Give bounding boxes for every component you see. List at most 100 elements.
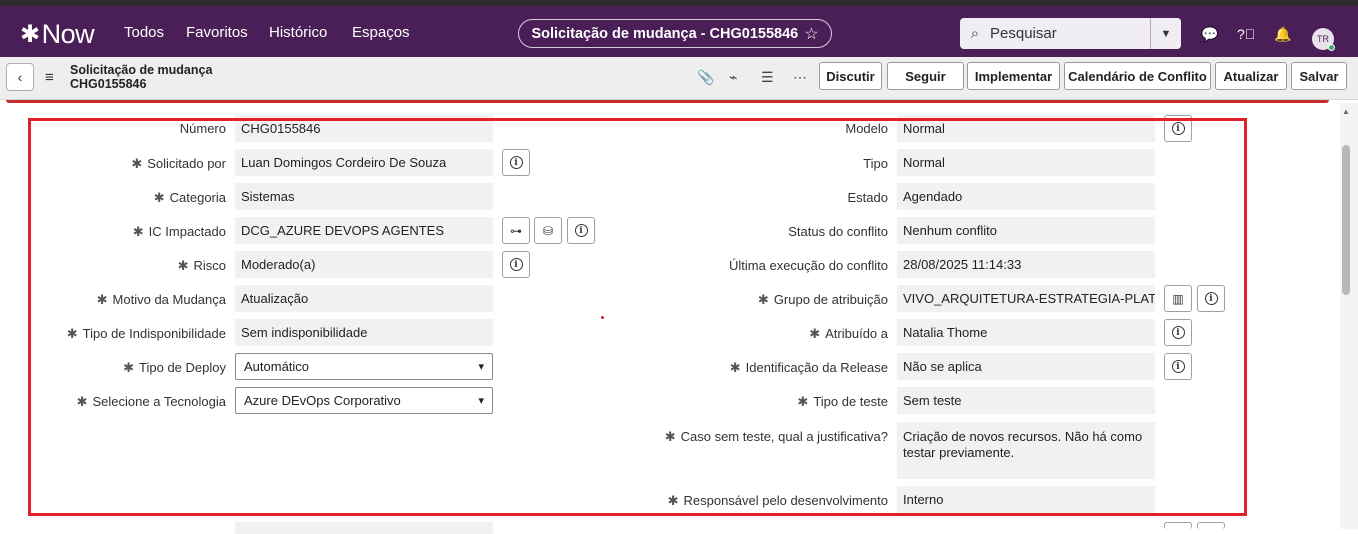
servicenow-logo[interactable]: ✱ Now: [20, 19, 95, 50]
chevron-down-icon: ▾: [478, 395, 484, 407]
required-asterisk-icon: ✱: [177, 258, 189, 273]
annotation-dot: [601, 316, 604, 319]
ic-impactado-database-button[interactable]: ⛁: [534, 217, 562, 244]
info-icon: i: [1171, 326, 1185, 339]
atualizar-button[interactable]: Atualizar: [1215, 62, 1287, 90]
tecnologia-selected-value: Azure DEvOps Corporativo: [244, 393, 401, 408]
notification-bell-icon[interactable]: 🔔: [1274, 26, 1291, 43]
database-icon: ⛁: [542, 223, 554, 238]
record-title-pill[interactable]: Solicitação de mudança - CHG0155846 ☆: [518, 19, 832, 48]
field-solicitado-por[interactable]: Luan Domingos Cordeiro De Souza: [235, 149, 493, 176]
record-title: Solicitação de mudança - CHG0155846: [531, 25, 799, 42]
ic-impactado-dependency-map-button[interactable]: ⊶: [502, 217, 530, 244]
identificacao-release-info-button[interactable]: i: [1164, 353, 1192, 380]
seguir-button[interactable]: Seguir: [887, 62, 964, 90]
chevron-down-icon: ▾: [478, 361, 484, 373]
tecnologia-select[interactable]: Azure DEvOps Corporativo ▾: [235, 387, 493, 414]
risco-info-button[interactable]: i: [502, 251, 530, 278]
field-justificativa-textarea[interactable]: Criação de novos recursos. Não há como t…: [897, 422, 1155, 479]
breadcrumb-record-number: CHG0155846: [70, 77, 147, 91]
field-label-tecnologia: ✱ Selecione a Tecnologia: [76, 394, 226, 409]
required-asterisk-icon: ✱: [809, 326, 821, 341]
grupo-atribuicao-chart-button[interactable]: ▥: [1164, 285, 1192, 312]
search-dropdown-chevron-icon[interactable]: ▼: [1150, 18, 1181, 49]
field-label-motivo-mudanca: ✱ Motivo da Mudança: [96, 292, 226, 307]
vertical-scrollbar[interactable]: ▲: [1340, 103, 1358, 529]
field-tipo-indisponibilidade[interactable]: Sem indisponibilidade: [235, 319, 493, 346]
field-label-estado: Estado: [847, 190, 888, 205]
field-motivo-mudanca[interactable]: Atualização: [235, 285, 493, 312]
field-responsavel-desenvolvimento[interactable]: Interno: [897, 486, 1155, 513]
implementar-button[interactable]: Implementar: [967, 62, 1060, 90]
search-input[interactable]: Pesquisar: [990, 25, 1150, 42]
scrollbar-thumb[interactable]: [1342, 145, 1350, 295]
nav-item-favoritos[interactable]: Favoritos: [186, 24, 248, 41]
breadcrumb-table-name: Solicitação de mudança: [70, 63, 213, 77]
field-next-row-partial[interactable]: [235, 522, 493, 534]
field-atribuido-a[interactable]: Natalia Thome: [897, 319, 1155, 346]
required-asterisk-icon: ✱: [123, 360, 135, 375]
modelo-info-button[interactable]: i: [1164, 115, 1192, 142]
grupo-atribuicao-info-button[interactable]: i: [1197, 285, 1225, 312]
field-modelo[interactable]: Normal: [897, 115, 1155, 142]
dependency-map-icon: ⊶: [510, 223, 522, 238]
tipo-deploy-select[interactable]: Automático ▾: [235, 353, 493, 380]
atribuido-a-info-button[interactable]: i: [1164, 319, 1192, 346]
solicitado-por-info-button[interactable]: i: [502, 149, 530, 176]
next-row-button-partial[interactable]: [1164, 522, 1192, 529]
context-menu-icon[interactable]: ≡: [45, 69, 54, 86]
activity-pulse-icon[interactable]: ⌁: [729, 69, 737, 86]
info-icon: i: [509, 156, 523, 169]
nav-item-historico[interactable]: Histórico: [269, 24, 327, 41]
attachment-icon[interactable]: 📎: [697, 69, 714, 86]
calendario-conflito-button[interactable]: Calendário de Conflito: [1064, 62, 1211, 90]
field-label-numero: Número: [179, 121, 226, 136]
scroll-up-arrow-icon[interactable]: ▲: [1342, 107, 1350, 116]
field-tipo-teste[interactable]: Sem teste: [897, 387, 1155, 414]
required-asterisk-icon: ✱: [667, 493, 679, 508]
field-numero[interactable]: CHG0155846: [235, 115, 493, 142]
next-row-button-partial-2[interactable]: [1197, 522, 1225, 529]
field-label-solicitado-por: ✱ Solicitado por: [131, 156, 226, 171]
required-asterisk-icon: ✱: [132, 224, 144, 239]
ic-impactado-info-button[interactable]: i: [567, 217, 595, 244]
field-categoria[interactable]: Sistemas: [235, 183, 493, 210]
required-asterisk-icon: ✱: [153, 190, 165, 205]
field-label-atribuido-a: ✱ Atribuído a: [809, 326, 888, 341]
nav-item-todos[interactable]: Todos: [124, 24, 164, 41]
breadcrumb: Solicitação de mudança CHG0155846: [70, 63, 212, 91]
field-risco[interactable]: Moderado(a): [235, 251, 493, 278]
field-tipo[interactable]: Normal: [897, 149, 1155, 176]
top-navigation-bar: ✱ Now Todos Favoritos Histórico Espaços …: [0, 0, 1358, 57]
field-label-status-conflito: Status do conflito: [788, 224, 888, 239]
field-ultima-execucao[interactable]: 28/08/2025 11:14:33: [897, 251, 1155, 278]
more-options-icon[interactable]: ⋯: [793, 69, 807, 86]
field-label-identificacao-release: ✱ Identificação da Release: [729, 360, 888, 375]
bar-chart-icon: ▥: [1172, 291, 1184, 306]
field-label-tipo-teste: ✱ Tipo de teste: [797, 394, 888, 409]
field-estado[interactable]: Agendado: [897, 183, 1155, 210]
discutir-button[interactable]: Discutir: [819, 62, 882, 90]
field-grupo-atribuicao[interactable]: VIVO_ARQUITETURA-ESTRATEGIA-PLATA: [897, 285, 1155, 312]
nav-item-espacos[interactable]: Espaços: [352, 24, 410, 41]
help-icon[interactable]: ?⃝: [1237, 26, 1255, 42]
field-label-ic-impactado: ✱ IC Impactado: [132, 224, 226, 239]
star-favorite-icon[interactable]: ☆: [804, 24, 818, 44]
info-icon: i: [1171, 360, 1185, 373]
search-icon: ⌕: [970, 25, 980, 42]
field-identificacao-release[interactable]: Não se aplica: [897, 353, 1155, 380]
global-search[interactable]: ⌕ Pesquisar ▼: [960, 18, 1181, 49]
personalize-sliders-icon[interactable]: ☰: [761, 69, 774, 86]
chat-icon[interactable]: 💬: [1201, 26, 1218, 43]
record-toolbar: ‹ ≡ Solicitação de mudança CHG0155846 📎 …: [0, 57, 1358, 100]
field-label-ultima-execucao: Última execução do conflito: [729, 258, 888, 273]
field-label-modelo: Modelo: [845, 121, 888, 136]
salvar-button[interactable]: Salvar: [1291, 62, 1347, 90]
required-asterisk-icon: ✱: [131, 156, 143, 171]
field-status-conflito[interactable]: Nenhum conflito: [897, 217, 1155, 244]
back-button[interactable]: ‹: [6, 63, 34, 91]
user-avatar[interactable]: TR: [1312, 28, 1335, 51]
field-ic-impactado[interactable]: DCG_AZURE DEVOPS AGENTES: [235, 217, 493, 244]
online-status-dot: [1328, 44, 1335, 51]
info-icon: i: [509, 258, 523, 271]
